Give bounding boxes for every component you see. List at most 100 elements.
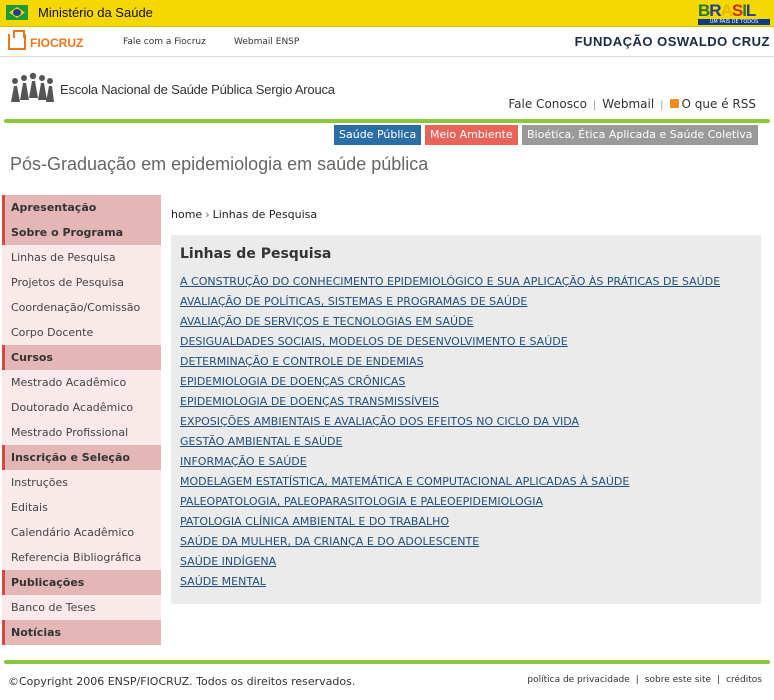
separator: |: [635, 675, 639, 685]
sidebar-item-label: Notícias: [11, 626, 62, 639]
brasil-logo-letter: L: [745, 1, 756, 20]
research-line-link[interactable]: PALEOPATOLOGIA, PALEOPARASITOLOGIA E PAL…: [180, 495, 543, 508]
research-line-link[interactable]: A CONSTRUÇÃO DO CONHECIMENTO EPIDEMIOLÓG…: [180, 275, 720, 288]
fiocruz-bar: FIOCRUZ Fale com a Fiocruz Webmail ENSP …: [0, 27, 774, 57]
sidebar-item-linhas-de-pesquisa[interactable]: Linhas de Pesquisa: [2, 245, 161, 270]
research-line-link[interactable]: AVALIAÇÃO DE POLÍTICAS, SISTEMAS E PROGR…: [180, 295, 527, 308]
list-item: A CONSTRUÇÃO DO CONHECIMENTO EPIDEMIOLÓG…: [180, 274, 720, 294]
sidebar-item-label: Corpo Docente: [11, 326, 94, 339]
list-item: DETERMINAÇÃO E CONTROLE DE ENDEMIAS: [180, 354, 720, 374]
chevron-right-icon: ›: [205, 208, 210, 221]
sidebar-section-noticias[interactable]: Notícias: [2, 620, 161, 645]
government-bar: Ministério da Saúde BRASIL UM PAÍS DE TO…: [0, 0, 774, 27]
research-line-link[interactable]: SAÚDE INDÍGENA: [180, 555, 276, 568]
research-line-link[interactable]: INFORMAÇÃO E SAÚDE: [180, 455, 307, 468]
webmail-link[interactable]: Webmail: [602, 97, 654, 111]
sidebar-section-cursos[interactable]: Cursos: [2, 345, 161, 370]
sidebar-section-inscricao-e-selecao[interactable]: Inscrição e Seleção: [2, 445, 161, 470]
research-lines-list: A CONSTRUÇÃO DO CONHECIMENTO EPIDEMIOLÓG…: [180, 274, 720, 594]
sidebar-item-coordenacao-comissao[interactable]: Coordenação/Comissão: [2, 295, 161, 320]
sidebar-nav: Apresentação Sobre o Programa Linhas de Pe…: [2, 195, 161, 645]
sidebar-item-label: Calendário Acadêmico: [11, 526, 135, 539]
research-line-link[interactable]: SAÚDE MENTAL: [180, 575, 266, 588]
research-line-link[interactable]: PATOLOGIA CLÍNICA AMBIENTAL E DO TRABALH…: [180, 515, 449, 528]
sidebar-item-label: Cursos: [11, 351, 53, 364]
school-name[interactable]: Escola Nacional de Saúde Pública Sergio …: [60, 82, 335, 97]
fale-com-fiocruz-link[interactable]: Fale com a Fiocruz: [123, 37, 206, 47]
breadcrumb-home[interactable]: home: [171, 208, 202, 221]
foundation-name[interactable]: FUNDAÇÃO OSWALDO CRUZ: [575, 34, 770, 49]
research-line-link[interactable]: AVALIAÇÃO DE SERVIÇOS E TECNOLOGIAS EM S…: [180, 315, 474, 328]
sidebar-item-instrucoes[interactable]: Instruções: [2, 470, 161, 495]
sidebar-item-corpo-docente[interactable]: Corpo Docente: [2, 320, 161, 345]
fale-conosco-link[interactable]: Fale Conosco: [508, 97, 587, 111]
sidebar-section-publicacoes[interactable]: Publicações: [2, 570, 161, 595]
ministry-title[interactable]: Ministério da Saúde: [38, 5, 153, 20]
sidebar-item-banco-de-teses[interactable]: Banco de Teses: [2, 595, 161, 620]
sidebar-item-label: Coordenação/Comissão: [11, 301, 141, 314]
rss-icon: [669, 99, 679, 108]
sidebar-item-label: Apresentação: [11, 201, 97, 214]
research-line-link[interactable]: DETERMINAÇÃO E CONTROLE DE ENDEMIAS: [180, 355, 424, 368]
list-item: EXPOSIÇÕES AMBIENTAIS E AVALIAÇÃO DOS EF…: [180, 414, 720, 434]
list-item: INFORMAÇÃO E SAÚDE: [180, 454, 720, 474]
webmail-ensp-link[interactable]: Webmail ENSP: [234, 37, 299, 47]
research-line-link[interactable]: EPIDEMIOLOGIA DE DOENÇAS CRÔNICAS: [180, 375, 405, 388]
tab-saude-publica[interactable]: Saúde Pública: [334, 125, 422, 145]
sidebar-item-label: Publicações: [11, 576, 85, 589]
research-line-link[interactable]: EXPOSIÇÕES AMBIENTAIS E AVALIAÇÃO DOS EF…: [180, 415, 579, 428]
header-links: Fale Conosco | Webmail | O que é RSS: [508, 97, 756, 111]
brasil-logo-letter: B: [698, 1, 710, 20]
research-line-link[interactable]: GESTÃO AMBIENTAL E SAÚDE: [180, 435, 342, 448]
footer-divider: [4, 660, 770, 664]
sidebar-item-calendario-academico[interactable]: Calendário Acadêmico: [2, 520, 161, 545]
breadcrumb: home › Linhas de Pesquisa: [171, 208, 317, 221]
sidebar-item-label: Referencia Bibliográfica: [11, 551, 142, 564]
brazil-flag-icon: [6, 5, 28, 20]
sidebar-item-projetos-de-pesquisa[interactable]: Projetos de Pesquisa: [2, 270, 161, 295]
list-item: MODELAGEM ESTATÍSTICA, MATEMÁTICA E COMP…: [180, 474, 720, 494]
sidebar-item-referencia-bibliografica[interactable]: Referencia Bibliográfica: [2, 545, 161, 570]
sidebar-item-label: Mestrado Acadêmico: [11, 376, 127, 389]
list-item: EPIDEMIOLOGIA DE DOENÇAS CRÔNICAS: [180, 374, 720, 394]
sidebar-item-label: Sobre o Programa: [11, 226, 124, 239]
brasil-logo-letters: BRASIL: [698, 2, 770, 19]
breadcrumb-current: Linhas de Pesquisa: [212, 208, 318, 221]
rss-info-link[interactable]: O que é RSS: [682, 97, 756, 111]
list-item: GESTÃO AMBIENTAL E SAÚDE: [180, 434, 720, 454]
sidebar-section-sobre-o-programa[interactable]: Sobre o Programa: [2, 220, 161, 245]
privacy-policy-link[interactable]: política de privacidade: [527, 675, 629, 685]
list-item: SAÚDE MENTAL: [180, 574, 720, 594]
sidebar-item-mestrado-profissional[interactable]: Mestrado Profissional: [2, 420, 161, 445]
sidebar-item-editais[interactable]: Editais: [2, 495, 161, 520]
sidebar-item-mestrado-academico[interactable]: Mestrado Acadêmico: [2, 370, 161, 395]
sidebar-section-apresentacao[interactable]: Apresentação: [2, 195, 161, 220]
research-lines-panel: Linhas de Pesquisa A CONSTRUÇÃO DO CONHE…: [171, 235, 761, 604]
research-line-link[interactable]: EPIDEMIOLOGIA DE DOENÇAS TRANSMISSÍVEIS: [180, 395, 439, 408]
credits-link[interactable]: créditos: [726, 675, 762, 685]
research-line-link[interactable]: MODELAGEM ESTATÍSTICA, MATEMÁTICA E COMP…: [180, 475, 629, 488]
sidebar-item-label: Mestrado Profissional: [11, 426, 129, 439]
fiocruz-building-icon: [8, 30, 26, 50]
separator: |: [660, 100, 664, 111]
list-item: PATOLOGIA CLÍNICA AMBIENTAL E DO TRABALH…: [180, 514, 720, 534]
content-title: Linhas de Pesquisa: [180, 246, 332, 262]
fiocruz-logo[interactable]: FIOCRUZ: [8, 30, 90, 52]
list-item: SAÚDE INDÍGENA: [180, 554, 720, 574]
list-item: AVALIAÇÃO DE SERVIÇOS E TECNOLOGIAS EM S…: [180, 314, 720, 334]
research-line-link[interactable]: SAÚDE DA MULHER, DA CRIANÇA E DO ADOLESC…: [180, 535, 479, 548]
ensp-people-logo-icon[interactable]: [10, 72, 54, 104]
brasil-logo-letter: R: [709, 1, 721, 20]
footer-links: política de privacidade | sobre este site |…: [527, 675, 762, 685]
research-line-link[interactable]: DESIGUALDADES SOCIAIS, MODELOS DE DESENV…: [180, 335, 568, 348]
tab-bioetica[interactable]: Bioética, Ética Aplicada e Saúde Coletiv…: [522, 125, 758, 145]
about-site-link[interactable]: sobre este site: [645, 675, 711, 685]
separator: |: [717, 675, 721, 685]
sidebar-item-label: Inscrição e Seleção: [11, 451, 130, 464]
brasil-logo[interactable]: BRASIL UM PAÍS DE TODOS: [698, 2, 770, 25]
sidebar-item-label: Linhas de Pesquisa: [11, 251, 116, 264]
sidebar-item-doutorado-academico[interactable]: Doutorado Acadêmico: [2, 395, 161, 420]
header-divider: [4, 119, 770, 123]
tab-meio-ambiente[interactable]: Meio Ambiente: [425, 125, 518, 145]
sidebar-item-label: Banco de Teses: [11, 601, 96, 614]
